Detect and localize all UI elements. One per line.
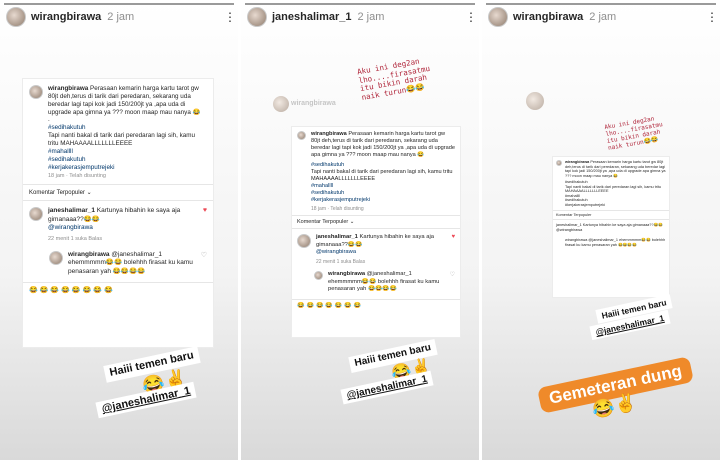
story-header: wirangbirawa 2 jam ⋮	[0, 6, 238, 28]
story-header: janeshalimar_1 2 jam ⋮	[241, 6, 479, 28]
story-panel-2[interactable]: janeshalimar_1 2 jam ⋮ Aku ini deg2an lh…	[241, 0, 479, 460]
emoji-bar[interactable]: 😂😂😂😂😂😂😂	[292, 300, 460, 311]
post-hashtag: #sedihakutuh	[311, 161, 345, 168]
comment-sort[interactable]: Komentar Terpopuler	[553, 211, 669, 219]
overlay-text: Aku ini deg2an lho....firasatmu itu biki…	[603, 115, 664, 152]
screenshot-card: wirangbirawa Perasaan kemarin harga kart…	[552, 156, 670, 298]
story-progress-bar	[245, 3, 475, 5]
comment-mention: @wirangbirawa	[48, 224, 93, 232]
post-username: wirangbirawa	[311, 131, 347, 137]
avatar	[29, 207, 43, 222]
comment-meta: 22 menit 1 suka Balas	[316, 258, 366, 265]
post-line2: Tapi nanti bakal di tarik dari peredaran…	[48, 132, 196, 148]
post-caption: wirangbirawa Perasaan kemarin harga kart…	[292, 127, 460, 215]
story-header: wirangbirawa 2 jam ⋮	[482, 6, 720, 28]
more-options-icon[interactable]: ⋮	[224, 11, 236, 23]
comment-mention: @wirangbirawa	[316, 249, 357, 256]
screenshot-card: wirangbirawa Perasaan kemarin harga kart…	[22, 78, 214, 348]
comment-username: wirangbirawa	[328, 271, 366, 278]
post-caption: wirangbirawa Perasaan kemarin harga kart…	[23, 79, 213, 184]
post-username: wirangbirawa	[48, 85, 89, 92]
heart-icon[interactable]: ♥	[203, 207, 207, 214]
comment: janeshalimar_1 Kartunya hibahin ke saya …	[292, 229, 460, 267]
avatar	[297, 131, 306, 140]
overlay-text: Aku ini deg2an lho....firasatmu itu biki…	[356, 56, 431, 102]
avatar	[314, 271, 323, 281]
avatar	[556, 160, 562, 166]
comment: janeshalimar_1 Kartunya hibahin ke saya …	[556, 223, 663, 233]
story-username[interactable]: wirangbirawa	[31, 11, 101, 23]
comment: janeshalimar_1 Kartunya hibahin ke saya …	[23, 201, 213, 244]
post-line2: Tapi nanti bakal di tarik dari peredaran…	[311, 168, 453, 182]
heart-outline-icon[interactable]: ♡	[201, 251, 207, 259]
comment-sort[interactable]: Komentar Terpopuler ⌄	[23, 185, 213, 200]
story-panel-1[interactable]: wirangbirawa 2 jam ⋮ wirangbirawa Perasa…	[0, 0, 238, 460]
avatar	[29, 85, 43, 99]
story-time: 2 jam	[357, 11, 385, 23]
story-progress-bar	[486, 3, 716, 5]
avatar	[526, 92, 544, 110]
post-dot: .	[48, 116, 50, 124]
post-hashtag: #sedihakutuh	[48, 124, 86, 132]
story-time: 2 jam	[107, 11, 135, 23]
more-options-icon[interactable]: ⋮	[465, 11, 477, 23]
blurred-username: wirangbirawa	[291, 100, 336, 107]
avatar	[273, 96, 289, 112]
story-time: 2 jam	[589, 11, 617, 23]
avatar	[297, 234, 311, 249]
avatar	[49, 250, 63, 265]
avatar[interactable]	[6, 7, 26, 27]
comment-reply: wirangbirawa @janeshalimar_1 ehemmmmm😂😂 …	[23, 245, 213, 278]
mention-sticker[interactable]: @janeshalimar_1	[340, 370, 434, 405]
more-options-icon[interactable]: ⋮	[706, 11, 718, 23]
story-panel-3[interactable]: wirangbirawa 2 jam ⋮ Aku ini deg2an lho.…	[482, 0, 720, 460]
post-caption: wirangbirawa Perasaan kemarin harga kart…	[553, 157, 669, 210]
story-progress-bar	[4, 3, 234, 5]
post-line2: #sedihakutuh Tapi nanti bakal di tarik d…	[565, 180, 662, 207]
avatar[interactable]	[488, 7, 508, 27]
comment-meta: 22 menit 1 suka Balas	[48, 235, 103, 242]
emoji-bar[interactable]: 😂😂😂😂😂😂😂😂	[23, 283, 213, 297]
heart-icon[interactable]: ♥	[451, 234, 455, 240]
post-username: wirangbirawa	[565, 160, 590, 164]
story-username[interactable]: janeshalimar_1	[272, 11, 352, 23]
comment-reply: wirangbirawa @janeshalimar_1 ehemmmmm😂😂 …	[565, 238, 666, 248]
post-meta: 18 jam · Telah disunting	[48, 173, 106, 180]
comment-username: wirangbirawa	[68, 250, 110, 258]
avatar[interactable]	[247, 7, 267, 27]
comment-username: janeshalimar_1	[48, 207, 95, 215]
post-tags: #mahallll #sedihakutuh #kerjakerasjemput…	[48, 147, 115, 171]
screenshot-card: wirangbirawa Perasaan kemarin harga kart…	[291, 126, 461, 338]
story-username[interactable]: wirangbirawa	[513, 11, 583, 23]
story-strip: wirangbirawa 2 jam ⋮ wirangbirawa Perasa…	[0, 0, 720, 460]
comment-username: janeshalimar_1	[316, 234, 358, 241]
post-tags: #mahallll #sedihakutuh #kerjakerasjemput…	[311, 182, 371, 203]
post-meta: 18 jam · Telah disunting	[311, 205, 364, 212]
comment-reply: wirangbirawa @janeshalimar_1 ehemmmmm😂😂 …	[292, 267, 460, 296]
comment-sort[interactable]: Komentar Terpopuler ⌄	[292, 216, 460, 228]
heart-outline-icon[interactable]: ♡	[450, 271, 455, 278]
